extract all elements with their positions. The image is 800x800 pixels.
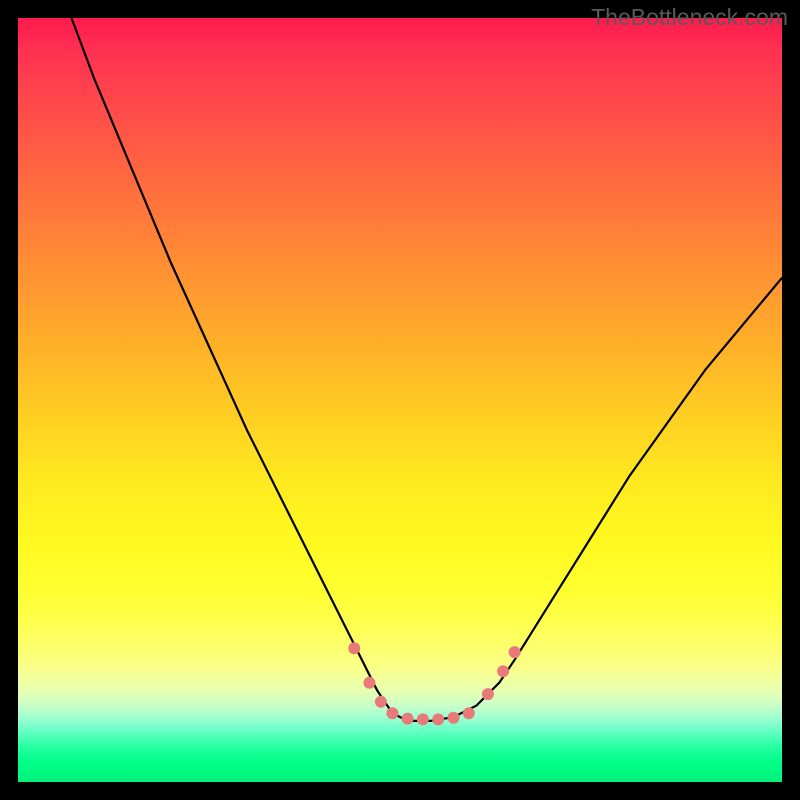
- highlight-marker: [482, 688, 494, 700]
- highlight-marker: [386, 707, 398, 719]
- highlight-marker: [432, 713, 444, 725]
- highlight-marker: [463, 707, 475, 719]
- highlight-marker: [348, 642, 360, 654]
- highlight-marker: [402, 713, 414, 725]
- highlight-marker: [375, 696, 387, 708]
- bottleneck-curve-svg: [18, 18, 782, 782]
- bottleneck-curve-line: [72, 18, 783, 721]
- highlight-marker: [363, 677, 375, 689]
- highlight-marker: [448, 712, 460, 724]
- watermark-text: TheBottleneck.com: [591, 4, 788, 31]
- highlight-marker: [509, 646, 521, 658]
- chart-plot-area: [18, 18, 782, 782]
- highlight-marker: [417, 713, 429, 725]
- highlight-marker: [497, 665, 509, 677]
